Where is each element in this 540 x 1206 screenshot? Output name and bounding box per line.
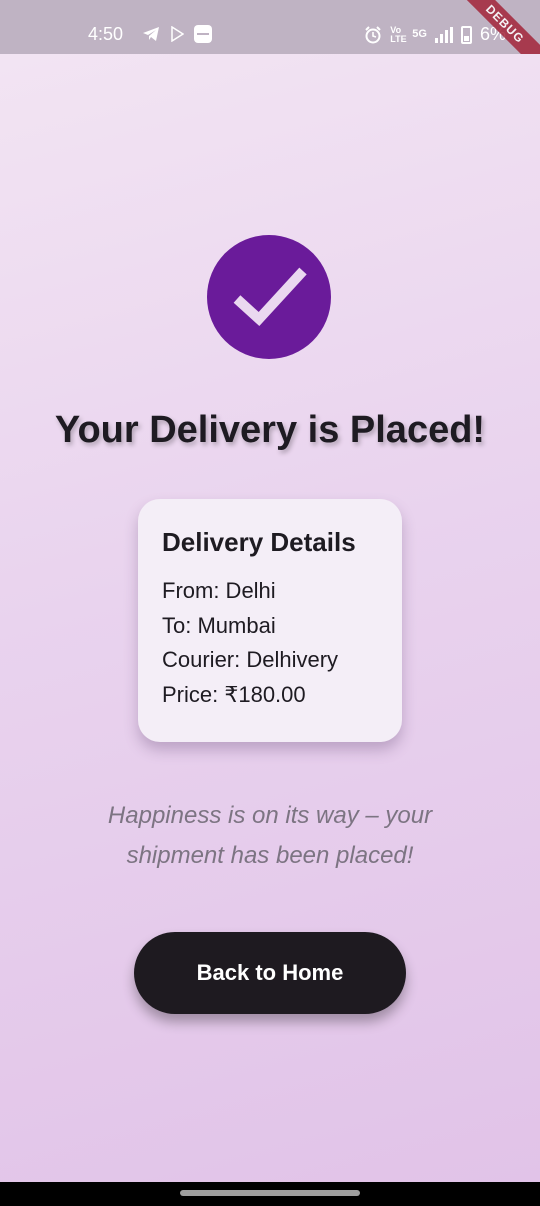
navigation-bar bbox=[0, 1182, 540, 1206]
status-bar: 4:50 Vo LTE 5G 6% DEBUG bbox=[0, 0, 540, 85]
notification-icons bbox=[142, 25, 212, 43]
page-title: Your Delivery is Placed! bbox=[54, 409, 486, 451]
order-confirmation-screen: Your Delivery is Placed! Delivery Detail… bbox=[0, 54, 540, 1182]
tagline-line-2: shipment has been placed! bbox=[126, 842, 414, 869]
success-badge bbox=[207, 235, 331, 359]
status-time: 4:50 bbox=[88, 24, 124, 44]
system-icons: Vo LTE 5G 6% bbox=[364, 24, 506, 45]
network-type-label: 5G bbox=[412, 28, 427, 40]
delivery-details-card: Delivery Details From: Delhi To: Mumbai … bbox=[138, 499, 402, 742]
signal-icon bbox=[434, 26, 453, 43]
play-store-icon bbox=[171, 26, 184, 42]
volte-label: Vo LTE bbox=[390, 24, 407, 44]
to-detail: To: Mumbai bbox=[162, 612, 276, 638]
telegram-icon bbox=[143, 27, 159, 41]
message-icon bbox=[194, 25, 212, 43]
price-detail: Price: ₹180.00 bbox=[162, 681, 306, 707]
alarm-icon bbox=[365, 25, 382, 43]
battery-icon bbox=[460, 25, 472, 44]
from-detail: From: Delhi bbox=[162, 578, 276, 603]
tagline: Happiness is on its way – your shipment … bbox=[40, 796, 500, 876]
home-gesture-handle[interactable] bbox=[180, 1190, 360, 1196]
check-icon bbox=[233, 267, 307, 327]
back-to-home-button[interactable]: Back to Home bbox=[134, 932, 406, 1014]
courier-detail: Courier: Delhivery bbox=[162, 647, 339, 672]
card-heading: Delivery Details bbox=[162, 527, 356, 557]
tagline-line-1: Happiness is on its way – your bbox=[107, 802, 433, 829]
